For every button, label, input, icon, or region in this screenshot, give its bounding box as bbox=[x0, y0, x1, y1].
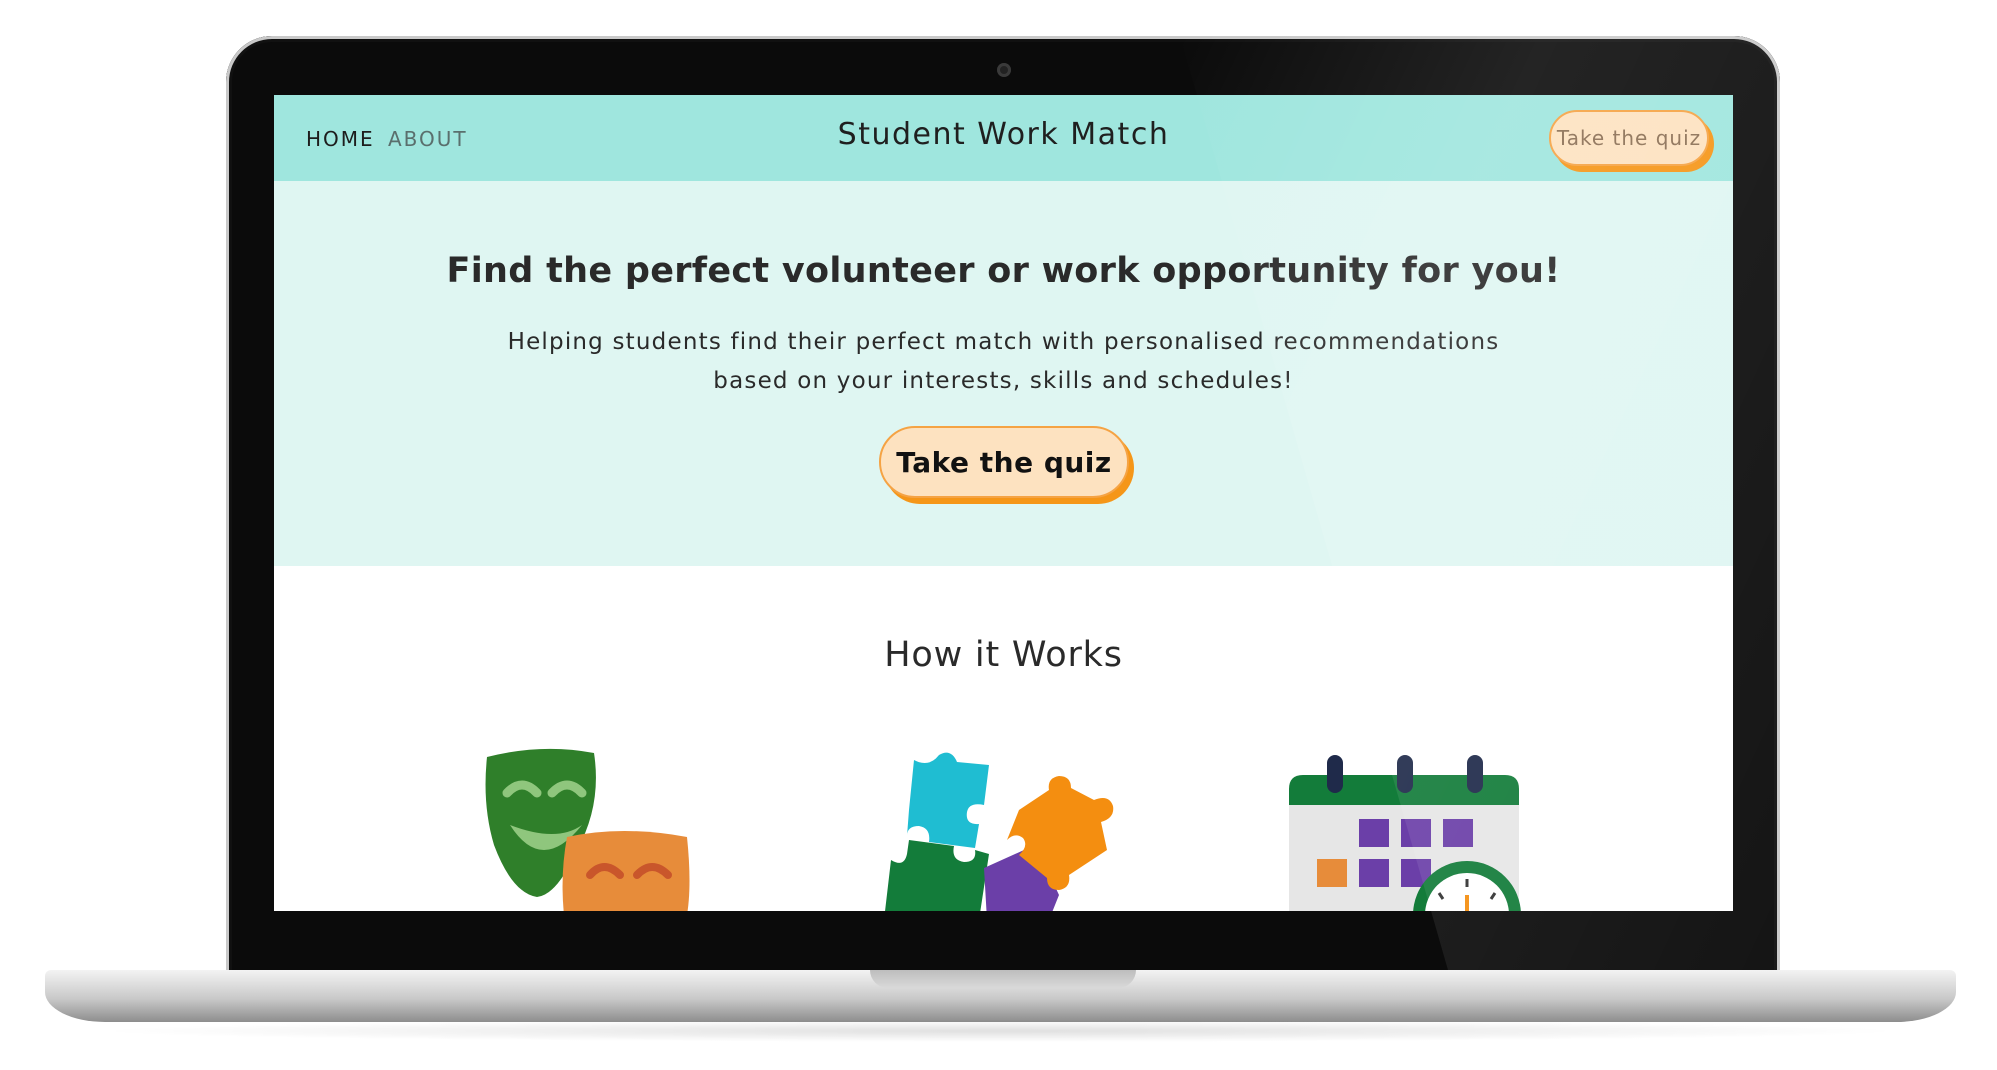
browser-screen: HOME ABOUT Student Work Match Take the q… bbox=[274, 95, 1733, 911]
site-title: Student Work Match bbox=[837, 117, 1170, 152]
navbar: HOME ABOUT Student Work Match Take the q… bbox=[274, 95, 1733, 181]
webcam-icon bbox=[997, 63, 1011, 77]
hero-section: Find the perfect volunteer or work oppor… bbox=[274, 181, 1733, 566]
laptop-notch bbox=[870, 970, 1136, 988]
nav-take-quiz-button[interactable]: Take the quiz bbox=[1549, 110, 1709, 166]
hero-take-quiz-button[interactable]: Take the quiz bbox=[879, 426, 1129, 498]
laptop-shadow bbox=[90, 1020, 1910, 1042]
how-it-works-heading: How it Works bbox=[884, 635, 1123, 675]
puzzle-pieces-icon bbox=[885, 752, 1114, 911]
calendar-clock-icon bbox=[1289, 755, 1521, 911]
hero-heading: Find the perfect volunteer or work oppor… bbox=[446, 251, 1561, 291]
hero-subtext: Helping students find their perfect matc… bbox=[507, 329, 1500, 394]
theatre-masks-icon bbox=[485, 748, 690, 911]
